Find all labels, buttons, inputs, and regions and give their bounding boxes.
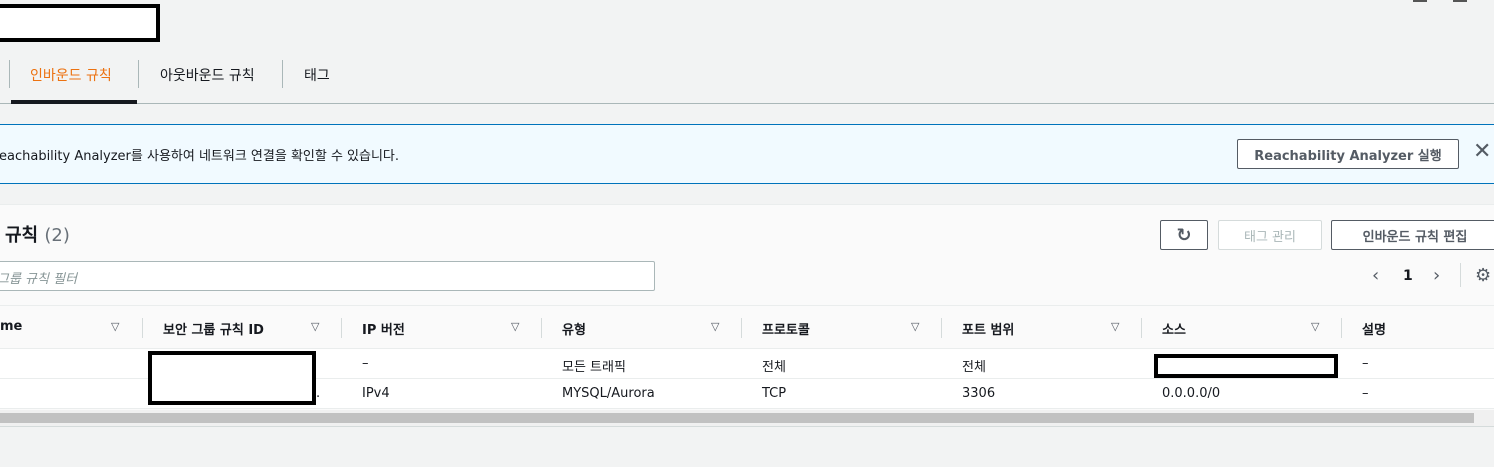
column-header-name[interactable]: me <box>0 319 22 334</box>
redacted-title <box>0 4 160 42</box>
sort-icon[interactable]: ▽ <box>311 320 319 333</box>
column-header-type[interactable]: 유형 <box>562 319 586 338</box>
manage-tags-button[interactable]: 태그 관리 <box>1218 220 1322 250</box>
column-divider <box>941 318 942 338</box>
redacted-rule-id <box>148 351 316 405</box>
sort-icon[interactable]: ▽ <box>711 320 719 333</box>
active-tab-indicator <box>11 100 137 104</box>
inbound-rules-panel: 규칙 (2) ↻ 태그 관리 인바운드 규칙 편집 그룹 규칙 필터 ‹ 1 ›… <box>0 204 1494 426</box>
chevron-right-icon[interactable]: › <box>1433 265 1440 286</box>
gear-icon[interactable]: ⚙ <box>1475 265 1491 286</box>
column-divider <box>1341 318 1342 338</box>
column-header-description[interactable]: 설명 <box>1362 319 1386 338</box>
current-page[interactable]: 1 <box>1403 268 1413 284</box>
flash-message: eachability Analyzer를 사용하여 네트워크 연결을 확인할 … <box>0 149 400 164</box>
horizontal-scrollbar[interactable] <box>0 410 1494 426</box>
column-divider <box>142 318 143 338</box>
cell-ip-version: – <box>362 356 369 371</box>
panel-title: 규칙 (2) <box>5 221 70 247</box>
column-header-rule-id[interactable]: 보안 그룹 규칙 ID <box>163 319 264 338</box>
table-header: me ▽ 보안 그룹 규칙 ID ▽ IP 버전 ▽ 유형 ▽ 프로토콜 ▽ 포… <box>0 305 1494 349</box>
sort-icon[interactable]: ▽ <box>1311 320 1319 333</box>
tab-divider <box>138 60 139 88</box>
page-footer <box>0 426 1494 467</box>
scrollbar-thumb[interactable] <box>0 413 1474 423</box>
sort-icon[interactable]: ▽ <box>111 320 119 333</box>
cell-ip-version: IPv4 <box>362 386 390 401</box>
tab-inbound-rules[interactable]: 인바운드 규칙 <box>30 65 112 85</box>
column-divider <box>1141 318 1142 338</box>
info-flashbar: eachability Analyzer를 사용하여 네트워크 연결을 확인할 … <box>0 124 1494 184</box>
sort-icon[interactable]: ▽ <box>911 320 919 333</box>
edit-inbound-rules-button[interactable]: 인바운드 규칙 편집 <box>1331 220 1494 250</box>
chevron-left-icon[interactable]: ‹ <box>1372 265 1379 286</box>
column-divider <box>341 318 342 338</box>
tab-outbound-rules[interactable]: 아웃바운드 규칙 <box>160 65 255 85</box>
cell-protocol: TCP <box>762 386 787 401</box>
tab-bar: 인바운드 규칙 아웃바운드 규칙 태그 <box>0 50 1494 104</box>
column-header-source[interactable]: 소스 <box>1162 319 1186 338</box>
sort-icon[interactable]: ▽ <box>511 320 519 333</box>
cell-protocol: 전체 <box>762 360 786 375</box>
tab-divider <box>9 60 10 88</box>
cell-type: 모든 트래픽 <box>562 360 626 375</box>
restore-icon[interactable] <box>1453 0 1467 2</box>
tab-tags[interactable]: 태그 <box>304 65 330 85</box>
cell-description: – <box>1362 356 1369 371</box>
column-divider <box>741 318 742 338</box>
refresh-button[interactable]: ↻ <box>1160 220 1208 250</box>
column-header-protocol[interactable]: 프로토콜 <box>762 319 810 338</box>
close-icon[interactable]: ✕ <box>1473 141 1491 163</box>
rule-count: (2) <box>44 225 70 246</box>
cell-rule-id[interactable]: . <box>316 386 320 401</box>
cell-type: MYSQL/Aurora <box>562 386 655 401</box>
panel-title-text: 규칙 <box>5 225 39 246</box>
pager-divider <box>1460 263 1461 287</box>
rule-filter-input[interactable]: 그룹 규칙 필터 <box>0 261 655 291</box>
refresh-icon: ↻ <box>1176 224 1192 246</box>
minimize-icon[interactable] <box>1413 0 1427 2</box>
column-divider <box>541 318 542 338</box>
cell-port-range: 3306 <box>962 386 996 401</box>
run-reachability-analyzer-button[interactable]: Reachability Analyzer 실행 <box>1237 139 1459 169</box>
column-header-ip-version[interactable]: IP 버전 <box>362 319 405 338</box>
cell-port-range: 전체 <box>962 360 986 375</box>
cell-description: – <box>1362 386 1369 401</box>
redacted-source <box>1154 354 1338 378</box>
column-header-port-range[interactable]: 포트 범위 <box>962 319 1014 338</box>
tab-divider <box>282 60 283 88</box>
cell-source: 0.0.0.0/0 <box>1162 386 1221 401</box>
sort-icon[interactable]: ▽ <box>1111 320 1119 333</box>
